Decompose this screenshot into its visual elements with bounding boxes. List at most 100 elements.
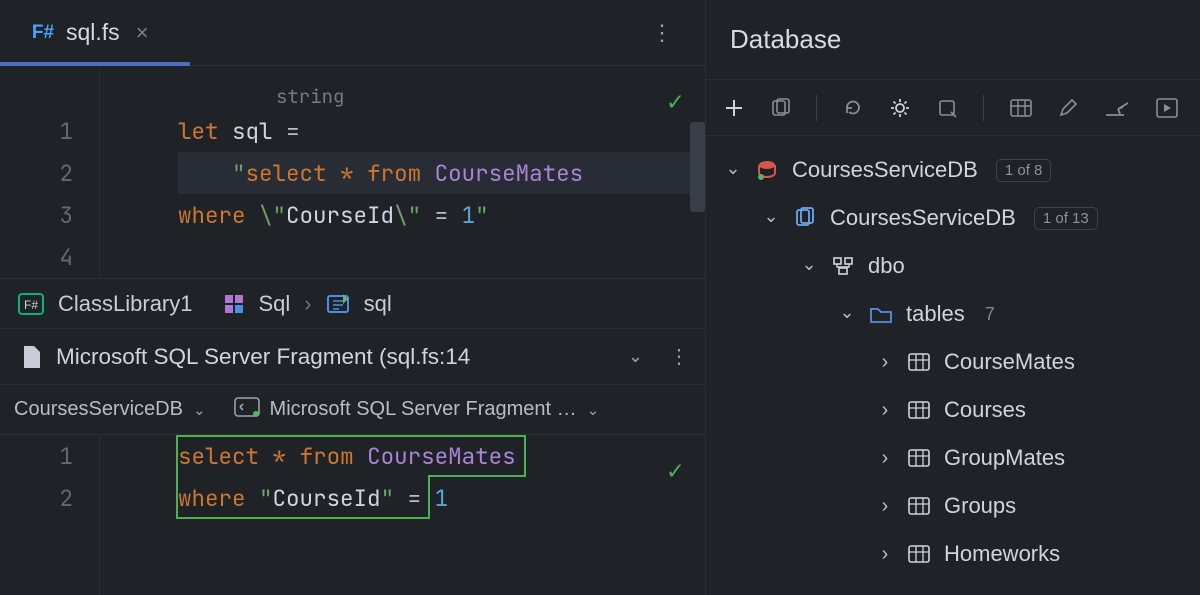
tree-tables-folder[interactable]: tables 7 <box>714 290 1192 338</box>
gutter-line: 2 <box>0 477 73 519</box>
chevron-right-icon[interactable] <box>876 351 894 374</box>
schema-icon <box>830 256 856 276</box>
table-icon <box>906 449 932 467</box>
chevron-down-icon[interactable]: ⌄ <box>587 401 600 419</box>
tree-node-label: GroupMates <box>944 445 1065 471</box>
chevron-down-icon[interactable]: ⌄ <box>193 401 206 419</box>
editor-tabstrip: F# sql.fs × ⋮ <box>0 0 705 66</box>
tree-node-label: CoursesServiceDB <box>830 205 1016 231</box>
tree-node-label: CoursesServiceDB <box>792 157 978 183</box>
database-icon <box>792 207 818 229</box>
editor-code-area[interactable]: string ✓ let sql = "select * from Course… <box>100 66 705 278</box>
chevron-right-icon[interactable] <box>876 399 894 422</box>
database-panel-title: Database <box>706 0 1200 80</box>
sqlserver-icon <box>754 159 780 181</box>
breadcrumb-project[interactable]: ClassLibrary1 <box>58 291 193 317</box>
fsharp-icon: F# <box>30 23 56 43</box>
tree-database-node[interactable]: CoursesServiceDB 1 of 13 <box>714 194 1192 242</box>
chevron-down-icon[interactable] <box>838 304 856 325</box>
database-tree[interactable]: CoursesServiceDB 1 of 8 CoursesServiceDB… <box>706 136 1200 578</box>
tree-count-badge: 1 of 8 <box>996 159 1052 182</box>
tree-datasource-node[interactable]: CoursesServiceDB 1 of 8 <box>714 146 1192 194</box>
editor-gutter: 1 2 <box>0 435 100 595</box>
refresh-icon[interactable] <box>843 98 863 118</box>
toolbar-separator <box>816 95 817 121</box>
symbol-icon <box>326 293 350 315</box>
breadcrumb: F# ClassLibrary1 Sql › sql <box>0 278 705 328</box>
settings-gear-icon[interactable] <box>889 97 911 119</box>
code-line: select * from CourseMates <box>178 435 705 477</box>
datasource-selector[interactable]: CoursesServiceDB <box>14 398 183 421</box>
chevron-right-icon[interactable] <box>876 447 894 470</box>
table-view-icon[interactable] <box>1010 99 1032 117</box>
gutter-line: 1 <box>0 110 73 152</box>
code-line: "select * from CourseMates <box>178 152 705 194</box>
database-toolbar <box>706 80 1200 136</box>
code-line: let sql = <box>178 110 705 152</box>
console-icon <box>234 397 260 423</box>
table-icon <box>906 353 932 371</box>
tab-overflow-menu-icon[interactable]: ⋮ <box>651 20 675 46</box>
table-icon <box>906 545 932 563</box>
chevron-down-icon[interactable] <box>800 256 818 277</box>
folder-icon <box>868 304 894 324</box>
inspection-ok-icon[interactable]: ✓ <box>667 449 683 491</box>
code-line: where \"CourseId\" = 1" <box>178 194 705 236</box>
breadcrumb-sep-icon: › <box>304 291 311 317</box>
tree-node-label: tables <box>906 301 965 327</box>
tree-node-label: Homeworks <box>944 541 1060 567</box>
fsharp-project-icon: F# <box>18 293 44 315</box>
gutter-line: 1 <box>0 435 73 477</box>
table-icon <box>906 401 932 419</box>
tree-count-badge: 1 of 13 <box>1034 207 1098 230</box>
fragment-menu-icon[interactable]: ⋮ <box>669 344 691 369</box>
type-hint: string <box>276 76 344 118</box>
tree-table-node[interactable]: Groups <box>714 482 1192 530</box>
chevron-right-icon[interactable] <box>876 495 894 518</box>
code-line: where "CourseId" = 1 <box>178 477 705 519</box>
tree-node-label: dbo <box>868 253 905 279</box>
chevron-down-icon[interactable]: ⌄ <box>628 346 643 367</box>
tab-filename: sql.fs <box>66 19 120 46</box>
datasource-bar: CoursesServiceDB ⌄ Microsoft SQL Server … <box>0 384 705 434</box>
fragment-title[interactable]: Microsoft SQL Server Fragment (sql.fs:14 <box>56 344 470 370</box>
tree-table-node[interactable]: GroupMates <box>714 434 1192 482</box>
chevron-down-icon[interactable] <box>724 160 742 181</box>
tree-node-label: CourseMates <box>944 349 1075 375</box>
tree-child-count: 7 <box>985 304 995 325</box>
scrollbar-thumb[interactable] <box>690 122 705 212</box>
svg-text:F#: F# <box>24 298 38 312</box>
editor-gutter: 1 2 3 4 <box>0 66 100 278</box>
breadcrumb-module[interactable]: Sql <box>259 291 291 317</box>
code-editor[interactable]: 1 2 3 4 string ✓ let sql = "select * fro… <box>0 66 705 278</box>
tree-node-label: Courses <box>944 397 1026 423</box>
toolbar-separator <box>983 95 984 121</box>
fragment-tab-header: Microsoft SQL Server Fragment (sql.fs:14… <box>0 328 705 384</box>
chevron-down-icon[interactable] <box>762 208 780 229</box>
tab-close-icon[interactable]: × <box>136 20 149 46</box>
editor-tab[interactable]: F# sql.fs × <box>0 0 169 65</box>
dialect-selector[interactable]: Microsoft SQL Server Fragment … <box>270 398 577 421</box>
tree-table-node[interactable]: CourseMates <box>714 338 1192 386</box>
tree-schema-node[interactable]: dbo <box>714 242 1192 290</box>
gutter-line: 2 <box>0 152 73 194</box>
fragment-code-area[interactable]: ✓ select * from CourseMates where "Cours… <box>100 435 705 595</box>
add-datasource-icon[interactable] <box>724 98 744 118</box>
sql-file-icon <box>20 344 42 370</box>
tree-node-label: Groups <box>944 493 1016 519</box>
chevron-right-icon[interactable] <box>876 543 894 566</box>
edit-icon[interactable] <box>1058 98 1078 118</box>
tree-table-node[interactable]: Homeworks <box>714 530 1192 578</box>
table-icon <box>906 497 932 515</box>
stop-icon[interactable] <box>937 98 957 118</box>
gutter-line: 4 <box>0 236 73 278</box>
tree-table-node[interactable]: Courses <box>714 386 1192 434</box>
breadcrumb-symbol[interactable]: sql <box>364 291 392 317</box>
fragment-editor[interactable]: 1 2 ✓ select * from CourseMates where "C… <box>0 434 705 595</box>
run-icon[interactable] <box>1156 98 1178 118</box>
jump-to-source-icon[interactable] <box>1104 99 1130 117</box>
module-icon <box>223 293 245 315</box>
duplicate-icon[interactable] <box>770 98 790 118</box>
gutter-line: 3 <box>0 194 73 236</box>
inspection-ok-icon[interactable]: ✓ <box>667 80 683 122</box>
